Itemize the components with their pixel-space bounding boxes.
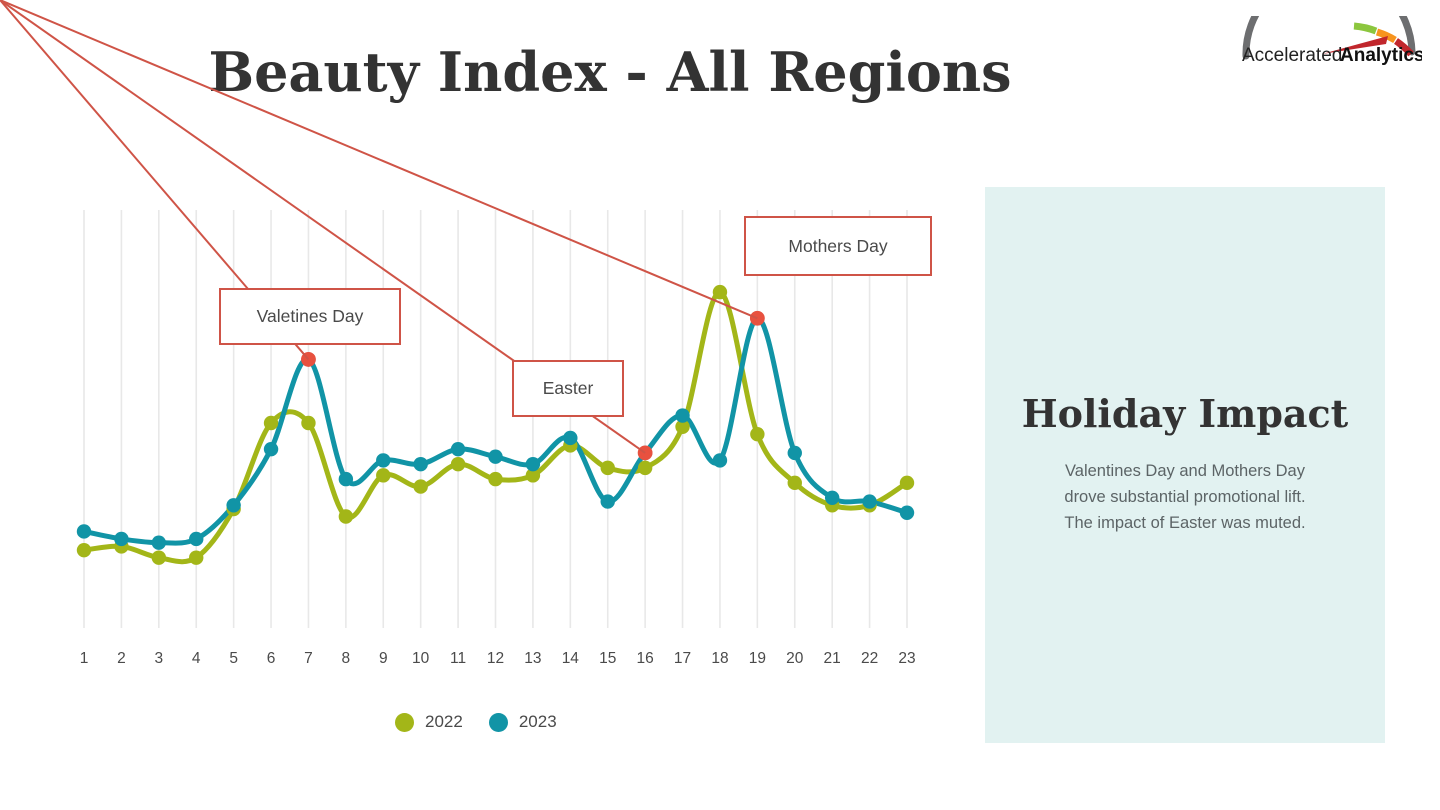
data-point-2022-20[interactable]: [787, 475, 802, 491]
data-point-2023-1[interactable]: [76, 524, 92, 539]
data-point-2023-21[interactable]: [824, 490, 840, 505]
data-point-2022-19[interactable]: [750, 427, 765, 442]
data-point-2023-10[interactable]: [413, 456, 428, 472]
x-axis-label-8: 8: [342, 650, 351, 667]
data-point-2022-4[interactable]: [189, 550, 204, 565]
data-point-2023-3[interactable]: [151, 535, 167, 550]
x-axis-label-21: 21: [824, 650, 841, 667]
data-point-2022-9[interactable]: [376, 468, 391, 483]
data-point-2022-6[interactable]: [263, 415, 279, 431]
x-axis-label-20: 20: [786, 650, 804, 667]
data-point-2022-15[interactable]: [600, 460, 615, 476]
callout-valentines-label: Valetines Day: [256, 306, 364, 326]
legend-item-2022[interactable]: 2022: [395, 712, 463, 732]
page-title: Beauty Index - All Regions: [208, 40, 1012, 104]
slide-canvas: Accelerated Analytics Beauty Index - All…: [0, 0, 1440, 810]
legend-item-2023[interactable]: 2023: [488, 712, 557, 732]
legend-swatch-icon: [395, 712, 414, 732]
x-axis-label-22: 22: [861, 650, 878, 667]
x-axis-label-15: 15: [599, 650, 616, 667]
panel-title: Holiday Impact: [1021, 391, 1349, 436]
legend-label-2023: 2023: [518, 712, 557, 731]
x-axis-label-16: 16: [637, 650, 654, 667]
x-axis-labels: 1 2 3 4 5 6 7 8 9 10 11 12 13 14 15 16 17 18 19 20 21 22 23: [80, 650, 916, 667]
data-point-2023-17[interactable]: [675, 408, 690, 423]
data-point-2023-18[interactable]: [712, 453, 728, 468]
callout-valentines-day: Valetines Day: [219, 288, 401, 345]
x-axis-label-1: 1: [80, 650, 89, 667]
callout-easter-label: Easter: [542, 378, 594, 398]
data-point-2023-20[interactable]: [787, 445, 802, 461]
data-point-2022-11[interactable]: [450, 456, 466, 472]
legend-label-2022: 2022: [425, 712, 463, 731]
x-axis-label-5: 5: [229, 650, 238, 667]
x-axis-label-17: 17: [674, 650, 691, 667]
x-axis-label-12: 12: [487, 650, 504, 667]
data-point-2023-4[interactable]: [189, 531, 204, 547]
data-point-2023-9[interactable]: [376, 453, 391, 468]
x-axis-label-18: 18: [711, 650, 728, 667]
callout-mothers-day: Mothers Day: [744, 216, 932, 276]
x-axis-label-13: 13: [524, 650, 541, 667]
holiday-impact-panel: Holiday Impact Valentines Day and Mother…: [985, 187, 1385, 743]
data-point-2023-6[interactable]: [263, 441, 279, 457]
data-point-2022-7[interactable]: [301, 415, 316, 431]
x-axis-label-9: 9: [379, 650, 388, 667]
x-axis-label-11: 11: [450, 650, 466, 667]
x-axis-label-7: 7: [304, 650, 313, 667]
data-point-2022-12[interactable]: [488, 471, 503, 487]
x-axis-label-19: 19: [749, 650, 766, 667]
data-point-2022-3[interactable]: [151, 550, 167, 565]
data-point-2022-10[interactable]: [413, 479, 428, 494]
annotation-marker-valentines[interactable]: [301, 352, 316, 367]
data-point-2022-23[interactable]: [899, 475, 915, 491]
data-point-2023-23[interactable]: [899, 505, 915, 520]
x-axis-label-14: 14: [562, 650, 580, 667]
data-point-2023-2[interactable]: [114, 531, 129, 547]
data-point-2023-12[interactable]: [488, 449, 503, 464]
data-point-2023-14[interactable]: [563, 430, 578, 446]
data-point-2023-8[interactable]: [338, 471, 354, 487]
callout-easter: Easter: [512, 360, 624, 417]
data-point-2022-1[interactable]: [76, 542, 92, 558]
x-axis-label-23: 23: [898, 650, 915, 667]
annotation-marker-easter[interactable]: [637, 445, 653, 461]
panel-body-line-1: Valentines Day and Mothers Day: [1065, 462, 1305, 480]
legend-swatch-icon: [488, 712, 508, 732]
x-axis-label-6: 6: [267, 650, 276, 667]
x-axis-label-10: 10: [412, 650, 430, 667]
data-point-2023-15[interactable]: [600, 494, 615, 509]
data-point-2023-5[interactable]: [226, 498, 241, 513]
data-point-2022-16[interactable]: [637, 460, 653, 476]
x-axis-label-4: 4: [192, 650, 201, 667]
panel-body-line-3: The impact of Easter was muted.: [1064, 514, 1306, 532]
annotation-marker-mothers[interactable]: [749, 310, 765, 326]
data-point-2022-18[interactable]: [712, 284, 728, 300]
data-point-2023-22[interactable]: [862, 494, 877, 509]
chart-legend: 2022 2023: [395, 712, 557, 732]
x-axis-label-3: 3: [155, 650, 164, 667]
panel-body-line-2: drove substantial promotional lift.: [1064, 488, 1306, 506]
data-point-2022-8[interactable]: [338, 509, 354, 524]
data-point-2023-11[interactable]: [450, 441, 466, 457]
data-point-2023-13[interactable]: [525, 456, 541, 472]
x-axis-label-2: 2: [117, 650, 126, 667]
callout-mothers-label: Mothers Day: [788, 235, 888, 256]
panel-body: Valentines Day and Mothers Day drove sub…: [1015, 458, 1355, 536]
